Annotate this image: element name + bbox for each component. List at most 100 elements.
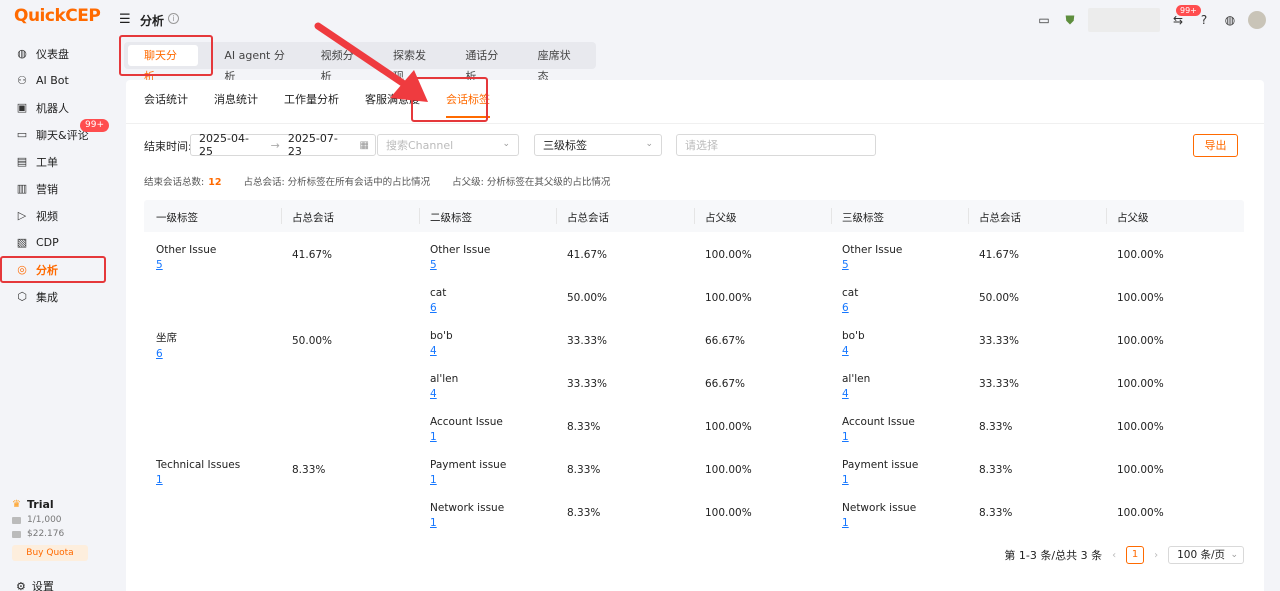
ticket-icon: ▤ xyxy=(16,155,28,168)
crown-icon: ♛ xyxy=(12,499,21,510)
level2-tag-count-link[interactable]: 1 xyxy=(430,431,503,443)
level3-tag-text: Payment issue xyxy=(842,459,919,471)
pagination-range: 第 1-3 条/总共 3 条 xyxy=(1004,549,1103,562)
level1-pct-text: 41.67% xyxy=(292,249,333,261)
level3-parent-pct: 100.00% xyxy=(1117,378,1164,390)
level3-tag-count-link[interactable]: 5 xyxy=(842,259,902,271)
level1-tag-text: 坐席 xyxy=(156,332,177,344)
level3-tag-text: Other Issue xyxy=(842,244,903,256)
tab-3[interactable]: 探索发现 xyxy=(379,45,445,83)
sidebar-item-label: 机器人 xyxy=(36,101,69,115)
current-page[interactable]: 1 xyxy=(1126,546,1145,564)
column-header: 占总会话 xyxy=(979,212,1021,224)
next-page-icon[interactable]: › xyxy=(1154,550,1158,561)
sidebar-item-analysis[interactable]: ◎ 分析 xyxy=(0,256,106,283)
tab-4[interactable]: 通话分析 xyxy=(451,45,517,83)
level2-tag: bo'b 4 xyxy=(430,330,453,357)
date-range-picker[interactable]: 2025-04-25 → 2025-07-23 ▦ xyxy=(190,132,376,158)
level2-parent-pct-text: 100.00% xyxy=(705,464,752,476)
tag-placeholder: 请选择 xyxy=(685,139,718,152)
sidebar-item-video[interactable]: ▷ 视频 xyxy=(0,202,110,229)
store-selector[interactable] xyxy=(1088,8,1160,32)
level3-tag-count-link[interactable]: 1 xyxy=(842,431,915,443)
level2-parent-pct: 100.00% xyxy=(705,292,752,304)
sub-tab-2[interactable]: 工作量分析 xyxy=(284,90,339,118)
chat-icon: ▭ xyxy=(16,128,28,141)
sidebar-item-label: 分析 xyxy=(36,263,58,277)
level3-pct: 33.33% xyxy=(979,378,1019,390)
page-size-select[interactable]: 100 条/页 ⌄ xyxy=(1168,546,1244,564)
buy-quota-button[interactable]: Buy Quota xyxy=(12,545,88,561)
export-button[interactable]: 导出 xyxy=(1193,134,1238,157)
level3-tag-count-link[interactable]: 6 xyxy=(842,302,858,314)
level2-pct-text: 50.00% xyxy=(567,292,608,304)
level3-tag-count-link[interactable]: 4 xyxy=(842,345,865,357)
level1-tag-count-link[interactable]: 1 xyxy=(156,474,240,486)
level3-tag-count-link[interactable]: 4 xyxy=(842,388,870,400)
shopify-icon[interactable]: ⛊ xyxy=(1062,12,1078,28)
sidebar-item-integration[interactable]: ⬡ 集成 xyxy=(0,283,110,310)
sidebar-item-dashboard[interactable]: ◍ 仪表盘 xyxy=(0,40,110,67)
level2-parent-pct-text: 100.00% xyxy=(705,292,752,304)
level3-pct: 41.67% xyxy=(979,249,1019,261)
channel-placeholder: 搜索Channel xyxy=(386,139,454,152)
sub-tab-0[interactable]: 会话统计 xyxy=(144,90,188,118)
level2-tag-count-link[interactable]: 5 xyxy=(430,259,490,271)
level3-parent-pct: 100.00% xyxy=(1117,421,1164,433)
level3-tag-count-link[interactable]: 1 xyxy=(842,474,918,486)
help-icon[interactable]: ? xyxy=(1196,12,1212,28)
level2-parent-pct-text: 66.67% xyxy=(705,378,746,390)
tab-1[interactable]: AI agent 分析 xyxy=(210,45,300,83)
column-header: 三级标签 xyxy=(842,212,884,224)
level2-tag-text: cat xyxy=(430,287,447,299)
start-date[interactable]: 2025-04-25 xyxy=(199,132,263,158)
sidebar-item-chat[interactable]: ▭ 聊天&评论 99+ xyxy=(0,119,110,148)
sidebar-item-marketing[interactable]: ▥ 营销 xyxy=(0,175,110,202)
total-count: 12 xyxy=(208,177,222,188)
level1-tag-text: Technical Issues xyxy=(156,459,241,471)
level2-pct: 50.00% xyxy=(567,292,607,304)
quickcep-logo[interactable]: QuickCEP xyxy=(14,6,101,26)
switch-icon[interactable]: ⇆ 99+ xyxy=(1170,5,1201,28)
cdp-icon: ▧ xyxy=(16,236,28,249)
sidebar: QuickCEP ◍ 仪表盘 ⚇ AI Bot ▣ 机器人 ▭ 聊天&评论 99+ ▤ 工单 ▥ 营销 ▷… xyxy=(0,0,110,591)
tab-5[interactable]: 座席状态 xyxy=(524,45,590,83)
sidebar-item-robot[interactable]: ▣ 机器人 xyxy=(0,94,110,121)
page-size-value: 100 条/页 xyxy=(1177,549,1225,561)
globe-icon[interactable]: ◍ xyxy=(1222,12,1238,28)
tag-select[interactable]: 请选择 xyxy=(676,134,876,156)
level2-tag-count-link[interactable]: 4 xyxy=(430,345,453,357)
message-icon[interactable]: ▭ xyxy=(1036,12,1052,28)
avatar[interactable] xyxy=(1248,11,1266,29)
level2-tag-count-link[interactable]: 1 xyxy=(430,474,506,486)
end-date[interactable]: 2025-07-23 xyxy=(288,132,352,158)
sub-tab-1[interactable]: 消息统计 xyxy=(214,90,258,118)
level2-parent-pct-text: 100.00% xyxy=(705,249,752,261)
calendar-icon: ▦ xyxy=(359,139,369,151)
tab-2[interactable]: 视频分析 xyxy=(307,45,373,83)
integration-icon: ⬡ xyxy=(17,290,27,303)
total-label: 结束会话总数: xyxy=(144,177,205,188)
info-icon[interactable]: i xyxy=(168,13,179,24)
menu-toggle-icon[interactable]: ☰ xyxy=(119,12,131,27)
level2-parent-pct: 100.00% xyxy=(705,421,752,433)
channel-select[interactable]: 搜索Channel ⌄ xyxy=(377,134,519,156)
sidebar-item-label: 工单 xyxy=(36,155,58,169)
level2-tag-text: al'len xyxy=(430,373,459,385)
level2-tag-count-link[interactable]: 1 xyxy=(430,517,504,529)
level2-tag-count-link[interactable]: 6 xyxy=(430,302,446,314)
level2-tag-count-link[interactable]: 4 xyxy=(430,388,458,400)
level1-tag-count-link[interactable]: 5 xyxy=(156,259,216,271)
prev-page-icon[interactable]: ‹ xyxy=(1112,550,1116,561)
level3-tag-count-link[interactable]: 1 xyxy=(842,517,916,529)
level1-tag-count-link[interactable]: 6 xyxy=(156,348,177,360)
sidebar-item-ticket[interactable]: ▤ 工单 xyxy=(0,148,110,175)
level2-pct: 8.33% xyxy=(567,464,600,476)
level2-parent-pct-text: 66.67% xyxy=(705,335,746,347)
sidebar-item-cdp[interactable]: ▧ CDP xyxy=(0,229,110,256)
level-select[interactable]: 三级标签 ⌄ xyxy=(534,134,662,156)
level-select-value: 三级标签 xyxy=(543,139,587,152)
sidebar-item-ai-bot[interactable]: ⚇ AI Bot xyxy=(0,67,110,94)
column-header: 二级标签 xyxy=(430,212,472,224)
sidebar-item-settings[interactable]: ⚙ 设置 xyxy=(16,578,54,591)
